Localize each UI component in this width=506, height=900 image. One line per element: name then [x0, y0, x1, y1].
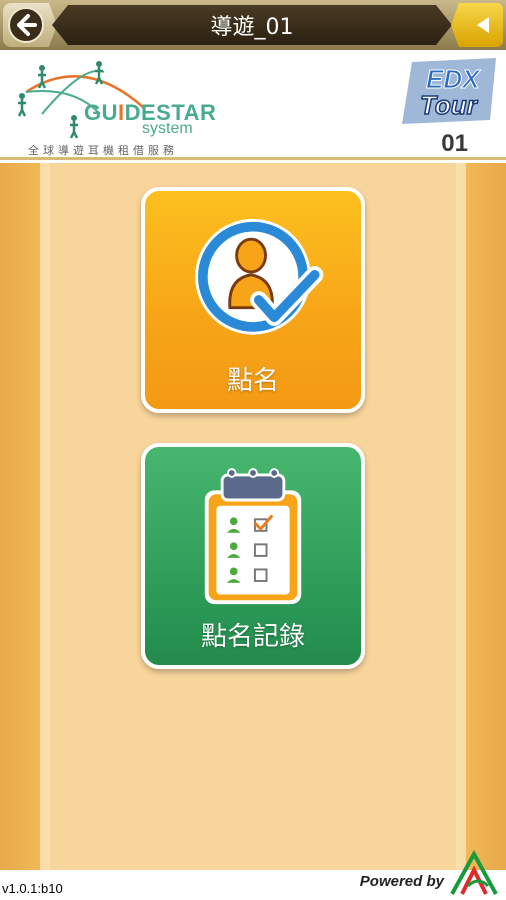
brand-system: system [142, 120, 193, 137]
back-button[interactable] [3, 3, 57, 47]
decorative-stripe-left [40, 163, 50, 870]
footer: v1.0.1:b10 Powered by [0, 849, 506, 900]
rollcall-tile-button[interactable]: 點名 [141, 187, 365, 413]
top-bar: 導遊_01 [0, 0, 506, 50]
version-label: v1.0.1:b10 [2, 881, 63, 896]
menu-button[interactable] [451, 3, 503, 47]
main-panel: 點名 點名記錄 [0, 163, 506, 870]
guidestar-logo: GUIDESTAR system 全球導遊耳機租借服務 [14, 56, 216, 157]
back-arrow-icon[interactable] [8, 7, 44, 43]
tour-number: 01 [441, 130, 468, 157]
powered-by-label: Powered by [359, 873, 444, 890]
rollcall-label: 點名 [226, 366, 279, 396]
page-title: 導遊_01 [210, 15, 294, 40]
decorative-stripe-right [456, 163, 466, 870]
rollcall-records-tile-button[interactable]: 點名記錄 [141, 443, 365, 669]
edx-tour-logo: EDX Tour [398, 56, 498, 126]
rollcall-records-label: 點名記錄 [200, 622, 305, 652]
triangle-left-icon[interactable] [477, 17, 489, 33]
header: GUIDESTAR system 全球導遊耳機租借服務 EDX Tour 01 [0, 50, 506, 160]
edx-logo-bottom-text: Tour [420, 90, 479, 120]
title-plate: 導遊_01 [52, 5, 452, 45]
brand-tagline: 全球導遊耳機租借服務 [28, 144, 178, 157]
brand-name-part1: GU [84, 100, 118, 125]
clipboard-checklist-icon [204, 468, 302, 605]
person-check-icon [195, 218, 324, 335]
als-logo-icon [450, 849, 498, 895]
